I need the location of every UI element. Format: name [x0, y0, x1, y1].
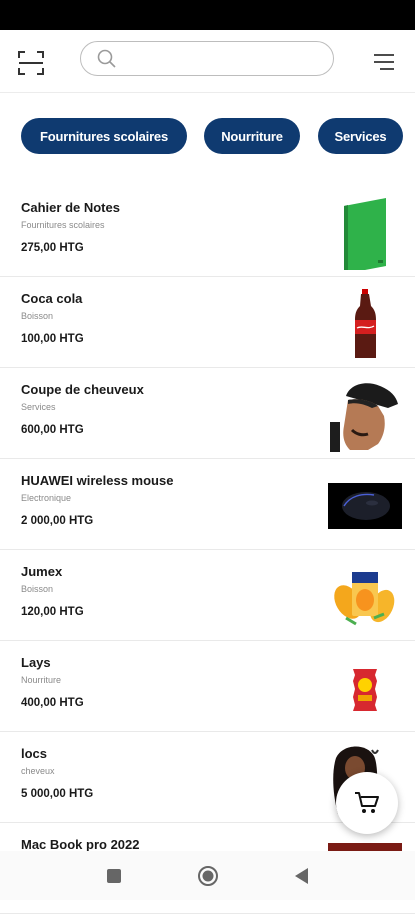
product-image: [328, 483, 402, 529]
chip-nourriture[interactable]: Nourriture: [204, 118, 300, 154]
system-nav-bar: [0, 851, 415, 900]
product-price: 120,00 HTG: [21, 606, 84, 618]
product-item[interactable]: Cahier de Notes Fournitures scolaires 27…: [0, 186, 415, 277]
back-icon[interactable]: [293, 867, 309, 885]
top-bar: [0, 30, 415, 93]
product-price: 600,00 HTG: [21, 424, 84, 436]
chip-fournitures-scolaires[interactable]: Fournitures scolaires: [21, 118, 187, 154]
product-image: [355, 289, 376, 358]
home-icon[interactable]: [197, 865, 219, 887]
menu-icon[interactable]: [372, 52, 396, 72]
product-name: locs: [21, 746, 48, 761]
category-chips: Fournitures scolaires Nourriture Service…: [0, 118, 415, 156]
search-input[interactable]: [125, 48, 324, 72]
product-item[interactable]: Jumex Boisson 120,00 HTG: [0, 550, 415, 641]
product-item[interactable]: Lays Nourriture 400,00 HTG: [0, 641, 415, 732]
product-name: Jumex: [21, 564, 63, 579]
product-name: Cahier de Notes: [21, 200, 120, 215]
scan-icon[interactable]: [18, 50, 44, 76]
product-item[interactable]: Coupe de cheuveux Services 600,00 HTG: [0, 368, 415, 459]
product-item[interactable]: HUAWEI wireless mouse Electronique 2 000…: [0, 459, 415, 550]
product-category: Electronique: [21, 493, 72, 503]
product-category: Boisson: [21, 584, 54, 594]
product-image: [334, 572, 395, 626]
search-field[interactable]: [80, 41, 334, 76]
product-category: Boisson: [21, 311, 54, 321]
product-name: HUAWEI wireless mouse: [21, 473, 174, 488]
product-image: [330, 383, 398, 452]
product-name: Mac Book pro 2022: [21, 837, 140, 852]
product-name: Coupe de cheuveux: [21, 382, 144, 397]
product-price: 100,00 HTG: [21, 333, 84, 345]
recents-icon[interactable]: [106, 868, 122, 884]
product-image: [353, 669, 377, 711]
product-price: 275,00 HTG: [21, 242, 84, 254]
product-category: Fournitures scolaires: [21, 220, 105, 230]
search-icon: [97, 49, 116, 68]
product-name: Coca cola: [21, 291, 83, 306]
chip-services[interactable]: Services: [318, 118, 403, 154]
product-price: 5 000,00 HTG: [21, 788, 94, 800]
product-category: Nourriture: [21, 675, 62, 685]
product-category: cheveux: [21, 766, 55, 776]
status-bar: [0, 0, 415, 30]
product-price: 2 000,00 HTG: [21, 515, 94, 527]
product-price: 400,00 HTG: [21, 697, 84, 709]
product-item[interactable]: Coca cola Boisson 100,00 HTG: [0, 277, 415, 368]
cart-icon: [355, 792, 379, 813]
product-name: Lays: [21, 655, 51, 670]
product-category: Services: [21, 402, 56, 412]
cart-button[interactable]: [336, 772, 398, 834]
product-image: [344, 198, 386, 270]
